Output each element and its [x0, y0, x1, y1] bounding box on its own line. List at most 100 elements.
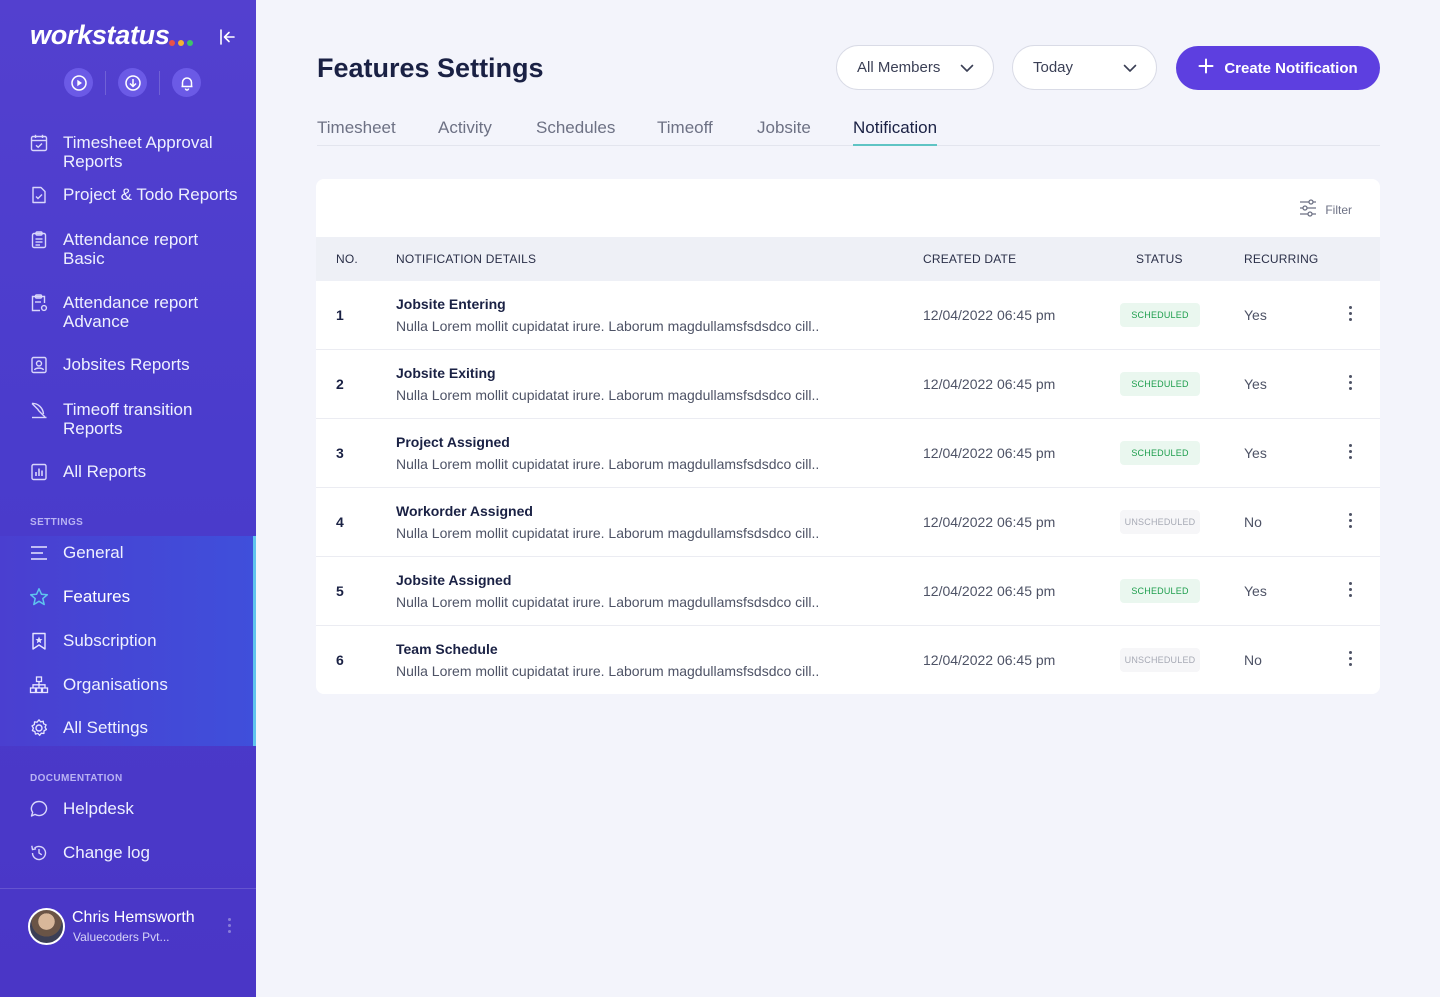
sidebar-item-subscription[interactable]: Subscription — [0, 631, 256, 653]
column-header-no: NO. — [336, 252, 358, 266]
status-badge: UNSCHEDULED — [1120, 648, 1200, 672]
status-badge: SCHEDULED — [1120, 441, 1200, 465]
sidebar-item-label: Change log — [63, 843, 150, 862]
notification-title: Team Schedule — [396, 641, 498, 657]
tab-notification[interactable]: Notification — [853, 118, 938, 146]
brand-logo: workstatus — [30, 20, 170, 50]
tab-schedules[interactable]: Schedules — [536, 118, 615, 138]
sidebar-item-organisations[interactable]: Organisations — [0, 675, 256, 697]
sidebar-item-change-log[interactable]: Change log — [0, 843, 256, 865]
more-options-icon[interactable] — [1343, 513, 1357, 533]
sidebar-item-label: General — [63, 543, 124, 562]
beach-icon — [29, 400, 49, 420]
sidebar-item-attendance-advance[interactable]: Attendance report Advance — [0, 291, 256, 331]
menu-lines-icon — [29, 543, 49, 563]
notification-title: Jobsite Entering — [396, 296, 506, 312]
sidebar-item-project-todo-reports[interactable]: Project & Todo Reports — [0, 185, 256, 207]
sidebar-item-timeoff-reports[interactable]: Timeoff transition Reports — [0, 398, 256, 438]
plus-icon — [1198, 58, 1214, 78]
user-menu-icon[interactable] — [228, 918, 231, 933]
table-row[interactable]: 5 Jobsite Assigned Nulla Lorem mollit cupi… — [316, 557, 1380, 626]
sidebar-item-timesheet-approval[interactable]: Timesheet Approval Reports — [0, 131, 256, 171]
tab-jobsite[interactable]: Jobsite — [757, 118, 811, 138]
created-date: 12/04/2022 06:45 pm — [923, 583, 1056, 599]
clipboard-settings-icon — [29, 293, 49, 313]
more-options-icon[interactable] — [1343, 582, 1357, 602]
sidebar-item-label: Timeoff transition Reports — [63, 400, 193, 438]
notification-description: Nulla Lorem mollit cupidatat irure. Labo… — [396, 594, 820, 610]
more-options-icon[interactable] — [1343, 444, 1357, 464]
more-options-icon[interactable] — [1343, 375, 1357, 395]
recurring-value: Yes — [1244, 376, 1267, 392]
clipboard-icon — [29, 230, 49, 250]
row-number: 5 — [336, 583, 344, 599]
sidebar-item-label: Features — [63, 587, 131, 606]
members-select[interactable]: All Members — [836, 45, 994, 90]
recurring-value: Yes — [1244, 445, 1267, 461]
table-row[interactable]: 6 Team Schedule Nulla Lorem mollit cupidat… — [316, 626, 1380, 694]
row-number: 1 — [336, 307, 344, 323]
row-number: 6 — [336, 652, 344, 668]
table-row[interactable]: 2 Jobsite Exiting Nulla Lorem mollit cupid… — [316, 350, 1380, 419]
filter-label: Filter — [1325, 202, 1352, 217]
filter-sliders-icon — [1298, 198, 1318, 221]
bell-icon[interactable] — [172, 68, 201, 97]
notification-description: Nulla Lorem mollit cupidatat irure. Labo… — [396, 318, 820, 334]
play-icon[interactable] — [64, 68, 93, 97]
download-icon[interactable] — [118, 68, 147, 97]
status-badge: SCHEDULED — [1120, 303, 1200, 327]
sidebar-item-helpdesk[interactable]: Helpdesk — [0, 799, 256, 821]
date-select[interactable]: Today — [1012, 45, 1157, 90]
recurring-value: Yes — [1244, 583, 1267, 599]
create-notification-button[interactable]: Create Notification — [1176, 46, 1380, 90]
status-badge: SCHEDULED — [1120, 579, 1200, 603]
table-row[interactable]: 4 Workorder Assigned Nulla Lorem mollit cu… — [316, 488, 1380, 557]
sidebar-item-all-settings[interactable]: All Settings — [0, 718, 256, 740]
sidebar-item-label: Timesheet Approval Reports — [63, 133, 213, 171]
notification-title: Project Assigned — [396, 434, 510, 450]
more-options-icon[interactable] — [1343, 306, 1357, 326]
created-date: 12/04/2022 06:45 pm — [923, 445, 1056, 461]
avatar[interactable] — [28, 908, 65, 945]
sidebar-item-general[interactable]: General — [0, 543, 256, 565]
sidebar-item-jobsites-reports[interactable]: Jobsites Reports — [0, 355, 256, 377]
sidebar-divider — [0, 888, 256, 889]
collapse-sidebar-icon[interactable] — [216, 26, 238, 48]
chat-bubble-icon — [29, 799, 49, 819]
table-header: NO. NOTIFICATION DETAILS CREATED DATE ST… — [316, 237, 1380, 281]
created-date: 12/04/2022 06:45 pm — [923, 376, 1056, 392]
table-row[interactable]: 1 Jobsite Entering Nulla Lorem mollit cupi… — [316, 281, 1380, 350]
sidebar-item-label: Attendance report Advance — [63, 293, 199, 331]
chevron-down-icon — [959, 60, 975, 76]
feature-tabs: Timesheet Activity Schedules Timeoff Job… — [317, 118, 1380, 146]
tab-activity[interactable]: Activity — [438, 118, 492, 138]
row-number: 4 — [336, 514, 344, 530]
settings-section-label: SETTINGS — [30, 517, 84, 528]
map-user-icon — [29, 355, 49, 375]
sidebar-item-all-reports[interactable]: All Reports — [0, 462, 256, 484]
sidebar-item-label: All Reports — [63, 462, 147, 481]
tab-timeoff[interactable]: Timeoff — [657, 118, 713, 138]
notification-description: Nulla Lorem mollit cupidatat irure. Labo… — [396, 525, 820, 541]
members-select-value: All Members — [857, 59, 941, 76]
column-header-created-date: CREATED DATE — [923, 252, 1017, 266]
bar-chart-icon — [29, 462, 49, 482]
calendar-check-icon — [29, 133, 49, 153]
org-chart-icon — [29, 675, 49, 695]
sidebar-item-features[interactable]: Features — [0, 587, 256, 609]
notification-description: Nulla Lorem mollit cupidatat irure. Labo… — [396, 387, 820, 403]
sidebar-item-attendance-basic[interactable]: Attendance report Basic — [0, 228, 256, 268]
more-options-icon[interactable] — [1343, 651, 1357, 671]
column-header-recurring: RECURRING — [1244, 252, 1319, 266]
create-notification-label: Create Notification — [1224, 59, 1358, 77]
filter-button[interactable]: Filter — [1298, 198, 1352, 221]
sidebar-item-label: All Settings — [63, 718, 149, 737]
created-date: 12/04/2022 06:45 pm — [923, 307, 1056, 323]
column-header-details: NOTIFICATION DETAILS — [396, 252, 537, 266]
documentation-section-label: DOCUMENTATION — [30, 773, 123, 784]
tab-timesheet[interactable]: Timesheet — [317, 118, 396, 138]
table-row[interactable]: 3 Project Assigned Nulla Lorem mollit cupi… — [316, 419, 1380, 488]
notification-title: Jobsite Assigned — [396, 572, 512, 588]
history-icon — [29, 843, 49, 863]
date-select-value: Today — [1033, 59, 1074, 76]
